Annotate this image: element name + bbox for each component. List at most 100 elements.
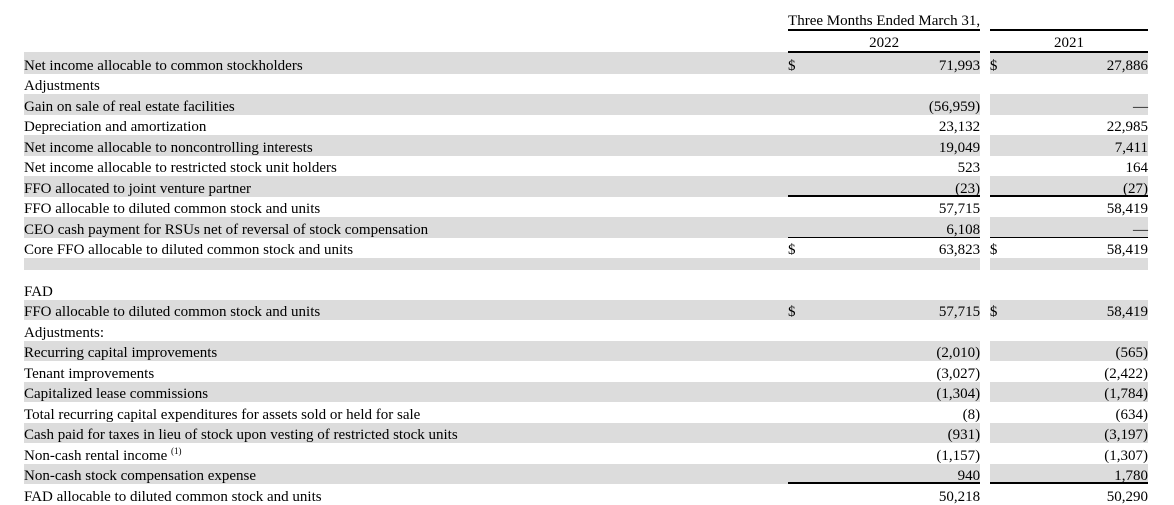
currency-symbol-2022 <box>788 402 815 423</box>
section-heading-fad: FAD <box>24 283 53 300</box>
spacer-cell <box>989 258 1016 270</box>
ffo-fad-reconciliation-table: Three Months Ended March 31, 2022 2021 N… <box>24 0 1148 505</box>
currency-symbol-2022 <box>788 320 815 341</box>
table-row: Adjustments: <box>24 320 1148 341</box>
value-2021: 22,985 <box>1106 119 1148 135</box>
currency-symbol-2021 <box>990 402 1016 423</box>
section-spacer-shaded <box>24 258 1148 270</box>
column-gap <box>980 361 990 382</box>
currency-symbol-2022 <box>788 381 816 402</box>
row-label: FFO allocable to diluted common stock an… <box>24 299 789 320</box>
row-label: Cash paid for taxes in lieu of stock upo… <box>24 422 789 443</box>
row-label-cell: Non-cash rental income (1) <box>24 443 788 464</box>
spacer-cell <box>815 258 981 270</box>
value-2021: 58,419 <box>1015 299 1148 320</box>
currency-symbol-2021 <box>989 94 1016 115</box>
row-label: Adjustments: <box>24 324 105 341</box>
value-2021: 58,419 <box>1106 201 1148 217</box>
value-2021: (634) <box>1115 406 1149 423</box>
column-gap <box>980 217 990 238</box>
currency-symbol-2022 <box>788 74 815 95</box>
table-row: Depreciation and amortization 23,132 22,… <box>24 115 1148 136</box>
value-2021 <box>1016 279 1148 300</box>
value-2022: 57,715 <box>938 201 981 217</box>
currency-symbol-2022: $ <box>788 52 816 74</box>
value-2021: 58,419 <box>1106 242 1148 258</box>
value-2022: (3,027) <box>936 365 981 382</box>
column-gap <box>980 443 990 464</box>
currency-symbol-2021 <box>989 463 1016 484</box>
spacer-cell <box>1015 258 1148 270</box>
value-2022: 50,218 <box>938 488 981 505</box>
currency-symbol-2021 <box>989 135 1016 156</box>
column-gap <box>980 484 990 505</box>
spacer-cell <box>990 0 1016 10</box>
currency-symbol-2022 <box>788 443 815 464</box>
header-empty-cell <box>24 10 788 30</box>
table-row: CEO cash payment for RSUs net of reversa… <box>24 217 1148 238</box>
row-label: Net income allocable to common stockhold… <box>24 52 789 74</box>
value-2022: (931) <box>815 422 981 443</box>
currency-symbol-2021 <box>989 381 1016 402</box>
row-label: Depreciation and amortization <box>24 119 207 135</box>
value-2022 <box>815 74 980 95</box>
period-header-2021-span <box>989 10 1148 31</box>
column-gap <box>980 135 990 156</box>
spacer-cell <box>24 258 789 270</box>
row-label: Recurring capital improvements <box>24 340 789 361</box>
table-row: Tenant improvements (3,027) (2,422) <box>24 361 1148 382</box>
header-gap-cell <box>980 10 990 30</box>
row-label: Capitalized lease commissions <box>24 381 789 402</box>
value-2022: 523 <box>957 160 981 176</box>
row-label: Total recurring capital expenditures for… <box>24 406 421 423</box>
value-2022: 940 <box>815 463 981 484</box>
currency-symbol-2022 <box>788 484 815 505</box>
column-gap <box>980 115 990 136</box>
column-gap <box>980 52 990 74</box>
table-row: FFO allocable to diluted common stock an… <box>24 299 1148 320</box>
value-2022: (1,304) <box>815 381 981 402</box>
header-empty-cell <box>24 30 788 52</box>
currency-symbol-2021 <box>990 156 1016 177</box>
currency-symbol-2021: $ <box>989 299 1016 320</box>
currency-symbol-2022 <box>788 135 816 156</box>
currency-symbol-2021 <box>989 422 1016 443</box>
row-label: Adjustments <box>24 78 100 94</box>
row-label: Non-cash rental income <box>24 447 172 464</box>
spacer-cell <box>24 0 788 10</box>
value-2021: (1,784) <box>1015 381 1148 402</box>
value-2021: — <box>1015 217 1148 238</box>
period-header-row: Three Months Ended March 31, <box>24 10 1148 31</box>
value-2021: (3,197) <box>1015 422 1148 443</box>
column-gap <box>980 382 990 403</box>
spacer-cell <box>1015 270 1148 279</box>
value-2022 <box>815 279 980 300</box>
column-gap <box>980 74 990 95</box>
footnote-marker: (1) <box>171 445 182 456</box>
spacer-cell <box>815 0 980 10</box>
table-row: FAD <box>24 279 1148 300</box>
currency-symbol-2022 <box>788 156 815 177</box>
value-2021: 27,886 <box>1015 52 1148 74</box>
table-row: Non-cash stock compensation expense 940 … <box>24 463 1148 484</box>
row-label: Tenant improvements <box>24 365 155 382</box>
spacer-cell <box>24 270 789 279</box>
table-row: Net income allocable to restricted stock… <box>24 156 1148 177</box>
column-gap <box>980 270 990 279</box>
column-header-year-2021: 2021 <box>989 30 1148 53</box>
table-row: Net income allocable to noncontrolling i… <box>24 135 1148 156</box>
currency-symbol-2021 <box>989 176 1016 197</box>
row-label: Net income allocable to restricted stock… <box>24 160 337 176</box>
value-2021: 50,290 <box>1106 488 1148 505</box>
currency-symbol-2021 <box>990 115 1016 136</box>
column-gap <box>980 176 990 197</box>
currency-symbol-2021 <box>990 279 1016 300</box>
column-gap <box>980 402 990 423</box>
value-2021: (565) <box>1015 340 1148 361</box>
spacer-cell <box>788 258 816 270</box>
column-header-year-2022: 2022 <box>788 30 981 53</box>
value-2022: 6,108 <box>815 217 981 238</box>
value-2022: (8) <box>962 406 981 423</box>
currency-symbol-2022 <box>788 176 816 197</box>
value-2022: 57,715 <box>815 299 981 320</box>
